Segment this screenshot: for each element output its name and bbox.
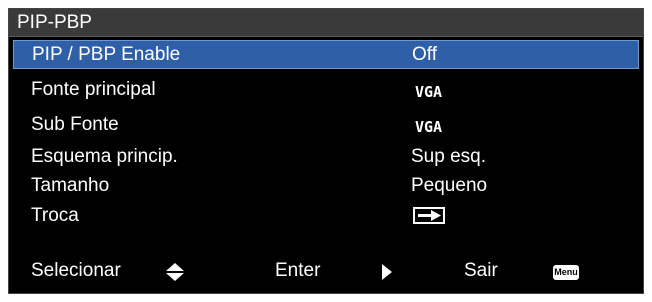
- exit-hint-label: Sair: [464, 260, 498, 281]
- menu-title: PIP-PBP: [17, 12, 92, 33]
- menu-item-label: Troca: [31, 205, 79, 226]
- menu-item-troca[interactable]: Troca: [13, 202, 639, 231]
- menu-item-label: Sub Fonte: [31, 114, 119, 135]
- menu-item-pip-pbp-enable[interactable]: PIP / PBP Enable Off: [13, 40, 639, 69]
- menu-item-tamanho[interactable]: Tamanho Pequeno: [13, 172, 639, 201]
- menu-item-value: VGA: [415, 83, 443, 101]
- menu-key-icon: Menu: [553, 265, 579, 280]
- menu-item-value: Off: [412, 44, 437, 65]
- menu-item-value: Sup esq.: [411, 146, 486, 167]
- right-triangle-icon: [382, 264, 392, 285]
- menu-item-label: Fonte principal: [31, 79, 156, 100]
- menu-item-label: PIP / PBP Enable: [32, 44, 181, 65]
- menu-item-value: Pequeno: [411, 175, 488, 196]
- menu-item-label: Tamanho: [31, 175, 110, 196]
- menu-item-esquema-princip[interactable]: Esquema princip. Sup esq.: [13, 143, 639, 172]
- menu-item-fonte-principal[interactable]: Fonte principal VGA: [13, 76, 639, 105]
- menu-item-label: Esquema princip.: [31, 146, 178, 167]
- osd-menu-panel: PIP-PBP PIP / PBP Enable Off Fonte princ…: [8, 8, 644, 294]
- menu-item-value: VGA: [415, 118, 443, 136]
- up-down-arrows-icon: [165, 262, 185, 287]
- title-bar: PIP-PBP: [9, 9, 643, 37]
- enter-hint-label: Enter: [275, 260, 321, 281]
- select-hint-label: Selecionar: [31, 260, 121, 281]
- swap-arrow-icon: [413, 207, 445, 224]
- menu-item-sub-fonte[interactable]: Sub Fonte VGA: [13, 111, 639, 140]
- footer-help-bar: Selecionar Enter Sair Menu: [9, 253, 643, 289]
